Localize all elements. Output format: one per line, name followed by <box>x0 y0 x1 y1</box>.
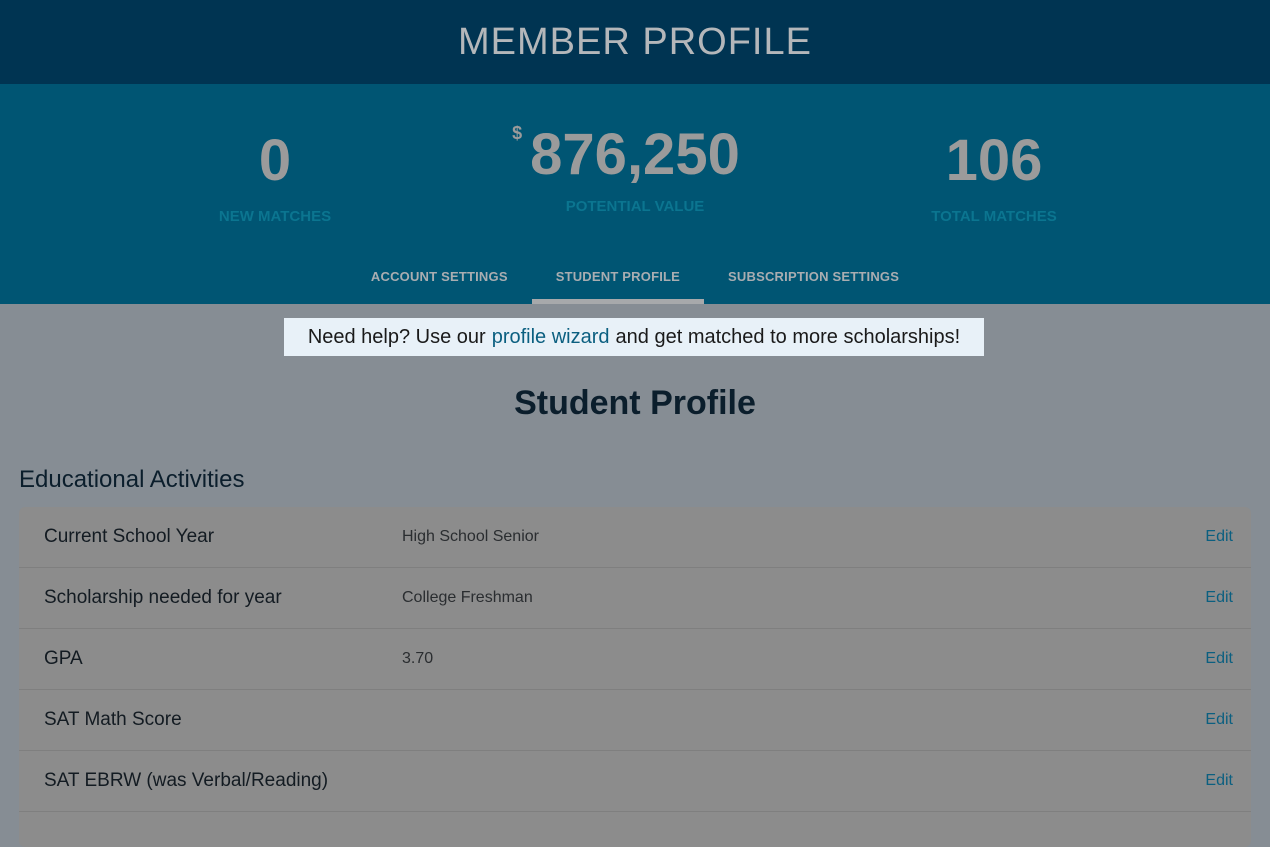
new-matches-count: 0 <box>258 128 292 193</box>
page-title: MEMBER PROFILE <box>458 20 812 63</box>
new-matches-label: NEW MATCHES <box>218 208 332 225</box>
field-label: SAT EBRW (was Verbal/Reading) <box>44 770 329 791</box>
title-bar: MEMBER PROFILE <box>0 0 1270 84</box>
edit-link[interactable]: Edit <box>1205 589 1233 607</box>
currency-symbol: $ <box>512 123 523 143</box>
list-item: Scholarship needed for year College Fres… <box>19 568 1251 629</box>
field-value: High School Senior <box>402 528 539 545</box>
total-matches-count: 106 <box>945 128 1043 193</box>
tab-student-profile[interactable]: STUDENT PROFILE <box>531 254 705 304</box>
student-profile-heading: Student Profile <box>514 384 756 422</box>
edit-link[interactable]: Edit <box>1205 528 1233 546</box>
total-matches-label: TOTAL MATCHES <box>931 208 1057 225</box>
tab-account-settings[interactable]: ACCOUNT SETTINGS <box>347 254 532 304</box>
profile-tabs: ACCOUNT SETTINGS STUDENT PROFILE SUBSCRI… <box>0 254 1270 304</box>
potential-value-label: POTENTIAL VALUE <box>565 198 705 215</box>
educational-activities-heading: Educational Activities <box>19 466 245 493</box>
field-label: SAT Math Score <box>44 709 182 730</box>
help-banner: Need help? Use our profile wizard and ge… <box>284 318 984 356</box>
field-value: College Freshman <box>402 589 533 606</box>
potential-value-number: 876,250 <box>530 122 740 187</box>
potential-value-amount: $ 876,250 <box>512 124 740 184</box>
educational-activities-list: Current School Year High School Senior E… <box>19 507 1251 847</box>
edit-link[interactable]: Edit <box>1205 772 1233 790</box>
field-label: Scholarship needed for year <box>44 587 282 608</box>
list-item: GPA 3.70 Edit <box>19 629 1251 690</box>
edit-link[interactable]: Edit <box>1205 650 1233 668</box>
list-item: Current School Year High School Senior E… <box>19 507 1251 568</box>
field-label: Current School Year <box>44 526 215 547</box>
help-text-after: and get matched to more scholarships! <box>615 325 961 348</box>
profile-wizard-link[interactable]: profile wizard <box>492 326 610 349</box>
edit-link[interactable]: Edit <box>1205 711 1233 729</box>
field-value: 3.70 <box>402 650 434 667</box>
tab-subscription-settings[interactable]: SUBSCRIPTION SETTINGS <box>704 254 923 304</box>
list-item: SAT Math Score Edit <box>19 690 1251 751</box>
total-matches-stat[interactable]: 106 TOTAL MATCHES <box>844 128 1144 226</box>
help-text-before: Need help? Use our <box>307 325 486 348</box>
potential-value-stat: $ 876,250 POTENTIAL VALUE <box>485 124 785 215</box>
new-matches-stat[interactable]: 0 NEW MATCHES <box>125 128 425 226</box>
field-label: GPA <box>44 648 83 669</box>
list-item: SAT EBRW (was Verbal/Reading) Edit <box>19 751 1251 812</box>
